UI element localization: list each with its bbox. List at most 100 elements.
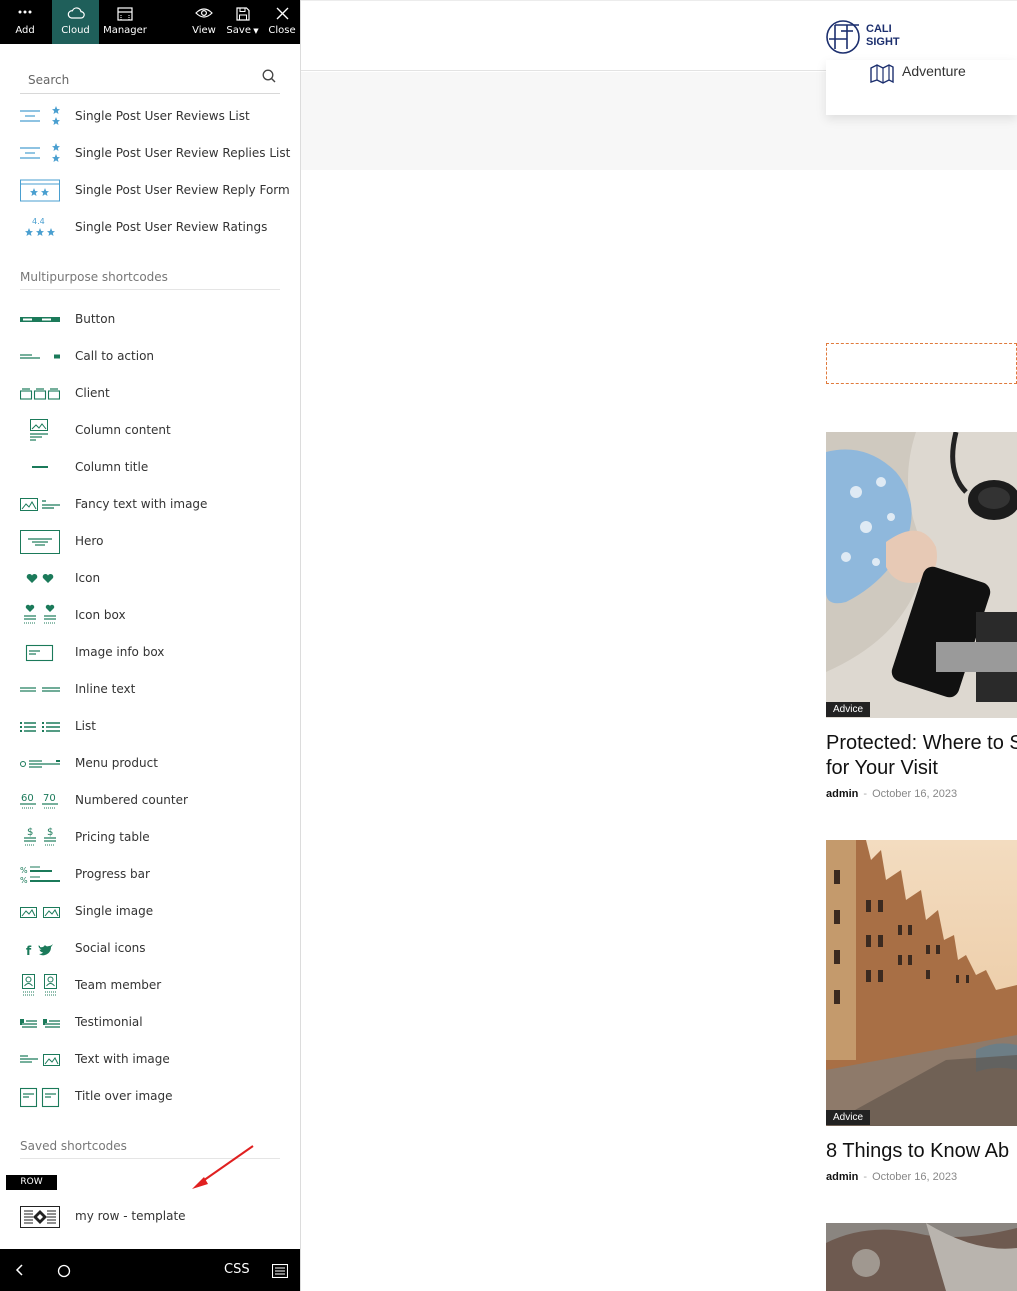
selected-placeholder-box[interactable] [826, 343, 1017, 384]
search-input[interactable] [28, 71, 248, 89]
shortcode-text-with-image[interactable]: Text with image [20, 1048, 280, 1072]
shortcode-testimonial[interactable]: Testimonial [20, 1011, 280, 1035]
post-meta: admin - October 16, 2023 [826, 788, 957, 800]
shortcode-label: List [75, 719, 96, 733]
logo-line-2: SIGHT [866, 36, 900, 48]
logo-line-1: CALI [866, 23, 892, 35]
text-with-image-icon [20, 1048, 60, 1072]
shortcode-label: Single Post User Review Ratings [75, 220, 268, 234]
post-meta: admin - October 16, 2023 [826, 1171, 957, 1183]
title-over-image-icon [19, 1085, 60, 1109]
shortcode-button[interactable]: Button [20, 308, 280, 332]
category-badge[interactable]: Advice [826, 702, 870, 717]
menu-dropdown: Adventure [826, 60, 1017, 115]
shortcode-review-ratings[interactable]: 4.4 Single Post User Review Ratings [20, 216, 280, 240]
column-content-icon [20, 419, 60, 443]
map-icon [870, 64, 894, 88]
shortcode-column-content[interactable]: Column content [20, 419, 280, 443]
shortcode-title-over-image[interactable]: Title over image [19, 1085, 280, 1109]
css-button[interactable]: CSS [224, 1262, 250, 1291]
post-title[interactable]: Protected: Where to S for Your Visit [826, 731, 1017, 781]
row-badge: ROW [6, 1175, 57, 1190]
shortcode-label: Pricing table [75, 830, 150, 844]
post-image[interactable] [826, 432, 1017, 718]
heart-icon [20, 567, 60, 591]
post-author[interactable]: admin [826, 788, 858, 800]
layers-icon[interactable] [271, 1263, 289, 1291]
shortcode-hero[interactable]: Hero [20, 530, 280, 554]
progress-bar-icon: %% [20, 863, 60, 887]
shortcode-single-image[interactable]: Single image [20, 900, 280, 924]
hero-icon [20, 530, 60, 554]
post-title[interactable]: 8 Things to Know Ab [826, 1139, 1017, 1164]
shortcode-inline-text[interactable]: Inline text [20, 678, 280, 702]
logo-text: CALI SIGHT [866, 23, 900, 49]
shortcode-pricing-table[interactable]: $ $ Pricing table [20, 826, 280, 850]
post-title-line: Protected: Where to S [826, 732, 1017, 754]
shortcode-label: Title over image [75, 1089, 173, 1103]
review-form-icon [20, 179, 60, 203]
review-list-icon [20, 105, 60, 129]
svg-text:$: $ [47, 827, 53, 838]
post-title-line: for Your Visit [826, 757, 938, 779]
client-icon [19, 382, 61, 406]
icon-box-icon [20, 604, 60, 628]
meta-separator: - [863, 788, 868, 800]
svg-text:%: % [20, 876, 28, 885]
post-author[interactable]: admin [826, 1171, 858, 1183]
manager-button[interactable]: Manager [101, 0, 149, 44]
shortcode-image-info-box[interactable]: Image info box [20, 641, 280, 665]
more-dots-icon [8, 0, 42, 24]
shortcode-review-reply-form[interactable]: Single Post User Review Reply Form [20, 179, 290, 203]
shortcode-column-title[interactable]: Column title [20, 456, 280, 480]
logo-mark-icon [826, 20, 860, 54]
shortcode-list[interactable]: List [20, 715, 280, 739]
shortcode-label: Single image [75, 904, 154, 918]
shortcode-progress-bar[interactable]: %% Progress bar [20, 863, 280, 887]
inline-text-icon [20, 678, 60, 702]
close-button[interactable]: Close [266, 0, 298, 44]
shortcode-review-replies-list[interactable]: Single Post User Review Replies List [20, 142, 290, 166]
svg-text:$: $ [27, 827, 33, 838]
category-badge[interactable]: Advice [826, 1110, 870, 1125]
shortcode-fancy-text-with-image[interactable]: Fancy text with image [20, 493, 280, 517]
shortcode-label: Icon [75, 571, 101, 585]
save-button[interactable]: Save ▼ [225, 0, 260, 44]
shortcode-reviews-list[interactable]: Single Post User Reviews List [20, 105, 280, 129]
saved-template-label: my row - template [75, 1209, 186, 1223]
shortcode-label: Single Post User Reviews List [75, 109, 250, 123]
counter-icon: 60 70 [20, 789, 60, 813]
shortcode-icon[interactable]: Icon [20, 567, 280, 591]
cloud-label: Cloud [61, 25, 90, 36]
shortcode-label: Progress bar [75, 867, 150, 881]
shortcode-label: Fancy text with image [75, 497, 208, 511]
shortcode-label: Icon box [75, 608, 126, 622]
post-image[interactable] [826, 840, 1017, 1126]
menu-product-icon [20, 752, 60, 776]
shortcode-icon-box[interactable]: Icon box [20, 604, 280, 628]
red-arrow-annotation [192, 1145, 254, 1189]
search-icon[interactable] [262, 68, 276, 87]
shortcode-label: Team member [75, 978, 162, 992]
cloud-button[interactable]: Cloud [52, 0, 99, 44]
image-info-box-icon [20, 641, 60, 665]
menu-item-adventure[interactable]: Adventure [902, 63, 966, 79]
shortcode-call-to-action[interactable]: Call to action [20, 345, 280, 369]
close-label: Close [268, 25, 296, 36]
view-button[interactable]: View [189, 0, 219, 44]
saved-row-template[interactable]: my row - template [20, 1205, 280, 1229]
column-title-icon [20, 456, 60, 480]
add-button[interactable]: Add [8, 0, 42, 44]
site-logo[interactable]: CALI SIGHT [825, 19, 915, 55]
shortcode-label: Social icons [75, 941, 146, 955]
post-image[interactable] [826, 1223, 1017, 1291]
bottom-bar: CSS [0, 1249, 300, 1291]
shortcode-numbered-counter[interactable]: 60 70 Numbered counter [20, 789, 280, 813]
shortcode-label: Numbered counter [75, 793, 188, 807]
shortcode-client[interactable]: Client [19, 382, 280, 406]
back-icon[interactable] [14, 1262, 26, 1291]
shortcode-menu-product[interactable]: Menu product [20, 752, 280, 776]
circle-icon[interactable] [57, 1263, 71, 1291]
shortcode-social-icons[interactable]: f Social icons [20, 937, 280, 961]
shortcode-team-member[interactable]: Team member [20, 974, 280, 998]
